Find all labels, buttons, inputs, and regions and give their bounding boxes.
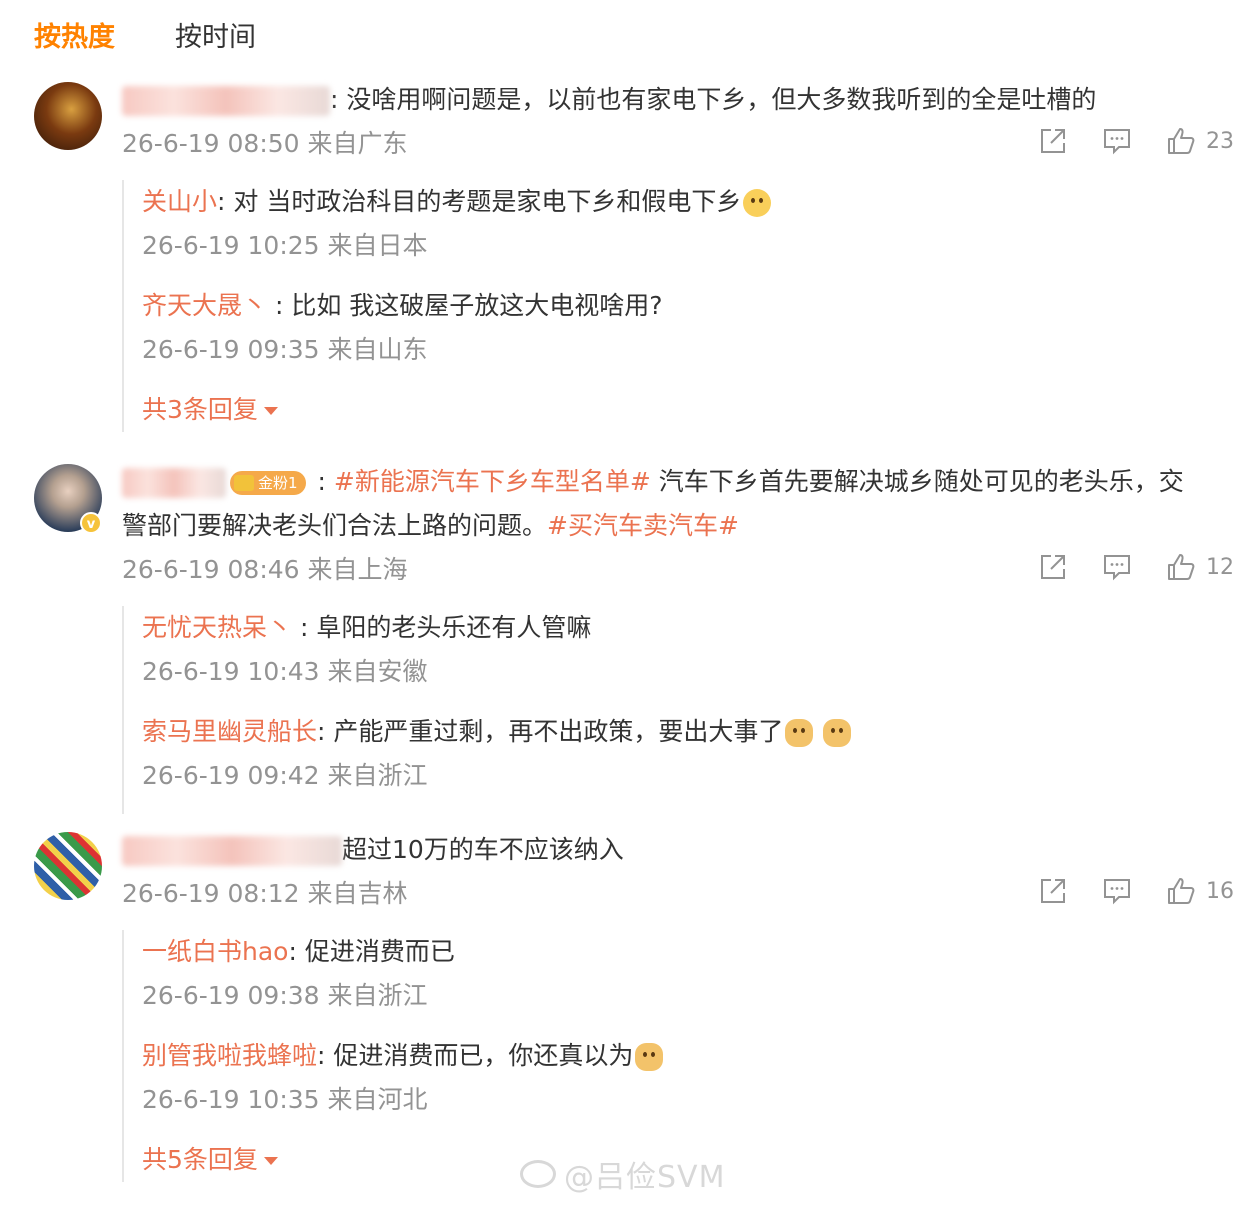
like-count: 23 [1206, 128, 1234, 154]
comment-actions: 23 [1004, 126, 1234, 156]
doge-emoji-icon [635, 1043, 664, 1071]
reply-meta: 26-6-19 10:25 来自日本 [142, 231, 428, 260]
reply-list: 一纸白书hao: 促进消费而已 26-6-19 09:38 来自浙江 别管我啦我… [122, 930, 664, 1182]
doge-emoji-icon [785, 719, 814, 747]
reply-username[interactable]: 一纸白书hao [142, 937, 288, 966]
topic-tag[interactable]: #新能源汽车下乡车型名单# [334, 467, 651, 496]
reply-meta: 26-6-19 10:43 来自安徽 [142, 657, 428, 686]
weibo-logo-icon [520, 1160, 556, 1188]
reply-text: 别管我啦我蜂啦: 促进消费而已，你还真以为 [142, 1034, 664, 1078]
comment-text: : 没啥用啊问题是，以前也有家电下乡，但大多数我听到的全是吐槽的 [122, 78, 1230, 122]
reply-meta: 26-6-19 09:42 来自浙江 [142, 761, 428, 790]
more-replies-label: 共5条回复 [142, 1145, 258, 1174]
reply-username[interactable]: 别管我啦我蜂啦 [142, 1041, 317, 1070]
reply-item: 别管我啦我蜂啦: 促进消费而已，你还真以为 26-6-19 10:35 来自河北 [142, 1034, 664, 1122]
reply-meta: 26-6-19 10:35 来自河北 [142, 1085, 428, 1114]
reply-meta: 26-6-19 09:38 来自浙江 [142, 981, 428, 1010]
sort-tabs: 按热度 按时间 [34, 14, 316, 54]
avatar[interactable] [34, 832, 102, 900]
reply-text: 无忧天热呆丶 : 阜阳的老头乐还有人管嘛 [142, 606, 851, 650]
doge-emoji-icon [823, 719, 852, 747]
comment-colon: : [309, 467, 334, 496]
thumbs-up-icon [1168, 878, 1195, 904]
share-button[interactable] [1038, 126, 1068, 156]
reply-username[interactable]: 索马里幽灵船长 [142, 717, 317, 746]
reply-content: : 比如 我这破屋子放这大电视啥用? [267, 291, 663, 320]
comment-text: 超过10万的车不应该纳入 [122, 828, 1230, 872]
comment-content: 警部门要解决老头们合法上路的问题。 [122, 511, 548, 540]
share-button[interactable] [1038, 552, 1068, 582]
reply-username[interactable]: 无忧天热呆丶 [142, 613, 292, 642]
fan-badge-label: 金粉1 [258, 474, 298, 492]
comment-button[interactable] [1102, 552, 1132, 582]
topic-tag[interactable]: #买汽车卖汽车# [547, 511, 739, 540]
like-button[interactable]: 23 [1166, 126, 1234, 156]
reply-item: 索马里幽灵船长: 产能严重过剩，再不出政策，要出大事了 26-6-19 09:4… [142, 710, 852, 798]
tab-by-time[interactable]: 按时间 [175, 15, 256, 54]
reply-content: : 阜阳的老头乐还有人管嘛 [292, 613, 592, 642]
like-count: 12 [1206, 554, 1234, 580]
reply-username[interactable]: 关山小 [142, 187, 217, 216]
comment-actions: 12 [1004, 552, 1234, 582]
reply-item: 无忧天热呆丶 : 阜阳的老头乐还有人管嘛 26-6-19 10:43 来自安徽 [142, 606, 851, 694]
caret-down-icon [263, 407, 278, 415]
blurred-username[interactable] [122, 86, 330, 116]
comment-icon [1104, 129, 1130, 155]
comment-actions: 16 [1004, 876, 1234, 906]
verified-icon: v [80, 512, 102, 534]
reply-content: : 产能严重过剩，再不出政策，要出大事了 [317, 717, 784, 746]
reply-content: : 促进消费而已 [288, 937, 455, 966]
reply-meta: 26-6-19 09:35 来自山东 [142, 335, 428, 364]
reply-text: 齐天大晟丶 : 比如 我这破屋子放这大电视啥用? [142, 284, 771, 328]
caret-down-icon [263, 1157, 278, 1165]
thumbs-up-icon [1168, 554, 1195, 580]
avatar[interactable] [34, 82, 102, 150]
comment-icon [1104, 555, 1130, 581]
reply-username[interactable]: 齐天大晟丶 [142, 291, 267, 320]
fan-badge: 金粉1 [230, 471, 306, 495]
comment-button[interactable] [1102, 126, 1132, 156]
reply-list: 无忧天热呆丶 : 阜阳的老头乐还有人管嘛 26-6-19 10:43 来自安徽 … [122, 606, 852, 814]
reply-text: 索马里幽灵船长: 产能严重过剩，再不出政策，要出大事了 [142, 710, 852, 754]
comment-content: 汽车下乡首先要解决城乡随处可见的老头乐，交 [650, 467, 1184, 496]
thumbs-up-icon [1168, 128, 1195, 154]
tab-by-heat[interactable]: 按热度 [34, 15, 115, 54]
comment-text-line2: 警部门要解决老头们合法上路的问题。#买汽车卖汽车# [122, 504, 1230, 548]
reply-item: 一纸白书hao: 促进消费而已 26-6-19 09:38 来自浙江 [142, 930, 663, 1018]
share-icon [1041, 879, 1065, 903]
share-icon [1041, 555, 1065, 579]
watermark: @吕俭SVM [520, 1152, 725, 1196]
reply-list: 关山小: 对 当时政治科目的考题是家电下乡和假电下乡 26-6-19 10:25… [122, 180, 772, 432]
comment-icon [1104, 879, 1130, 905]
share-icon [1041, 129, 1065, 153]
comment-button[interactable] [1102, 876, 1132, 906]
blurred-username[interactable] [122, 836, 342, 866]
reply-content: : 促进消费而已，你还真以为 [317, 1041, 634, 1070]
reply-item: 关山小: 对 当时政治科目的考题是家电下乡和假电下乡 26-6-19 10:25… [142, 180, 772, 268]
crown-icon [234, 475, 254, 491]
watermark-text: @吕俭SVM [564, 1160, 726, 1195]
reply-text: 一纸白书hao: 促进消费而已 [142, 930, 663, 974]
like-count: 16 [1206, 878, 1234, 904]
comment-content: 超过10万的车不应该纳入 [342, 835, 624, 864]
share-button[interactable] [1038, 876, 1068, 906]
comment-content: : 没啥用啊问题是，以前也有家电下乡，但大多数我听到的全是吐槽的 [330, 85, 1097, 114]
reply-text: 关山小: 对 当时政治科目的考题是家电下乡和假电下乡 [142, 180, 772, 224]
reply-item: 齐天大晟丶 : 比如 我这破屋子放这大电视啥用? 26-6-19 09:35 来… [142, 284, 771, 372]
more-replies-label: 共3条回复 [142, 395, 258, 424]
emoji-icon [743, 189, 772, 217]
like-button[interactable]: 12 [1166, 552, 1234, 582]
reply-content: : 对 当时政治科目的考题是家电下乡和假电下乡 [217, 187, 742, 216]
view-more-replies-link[interactable]: 共3条回复 [142, 388, 771, 432]
comment-text: 金粉1 : #新能源汽车下乡车型名单# 汽车下乡首先要解决城乡随处可见的老头乐，… [122, 460, 1230, 504]
like-button[interactable]: 16 [1166, 876, 1234, 906]
blurred-username[interactable] [122, 468, 226, 498]
